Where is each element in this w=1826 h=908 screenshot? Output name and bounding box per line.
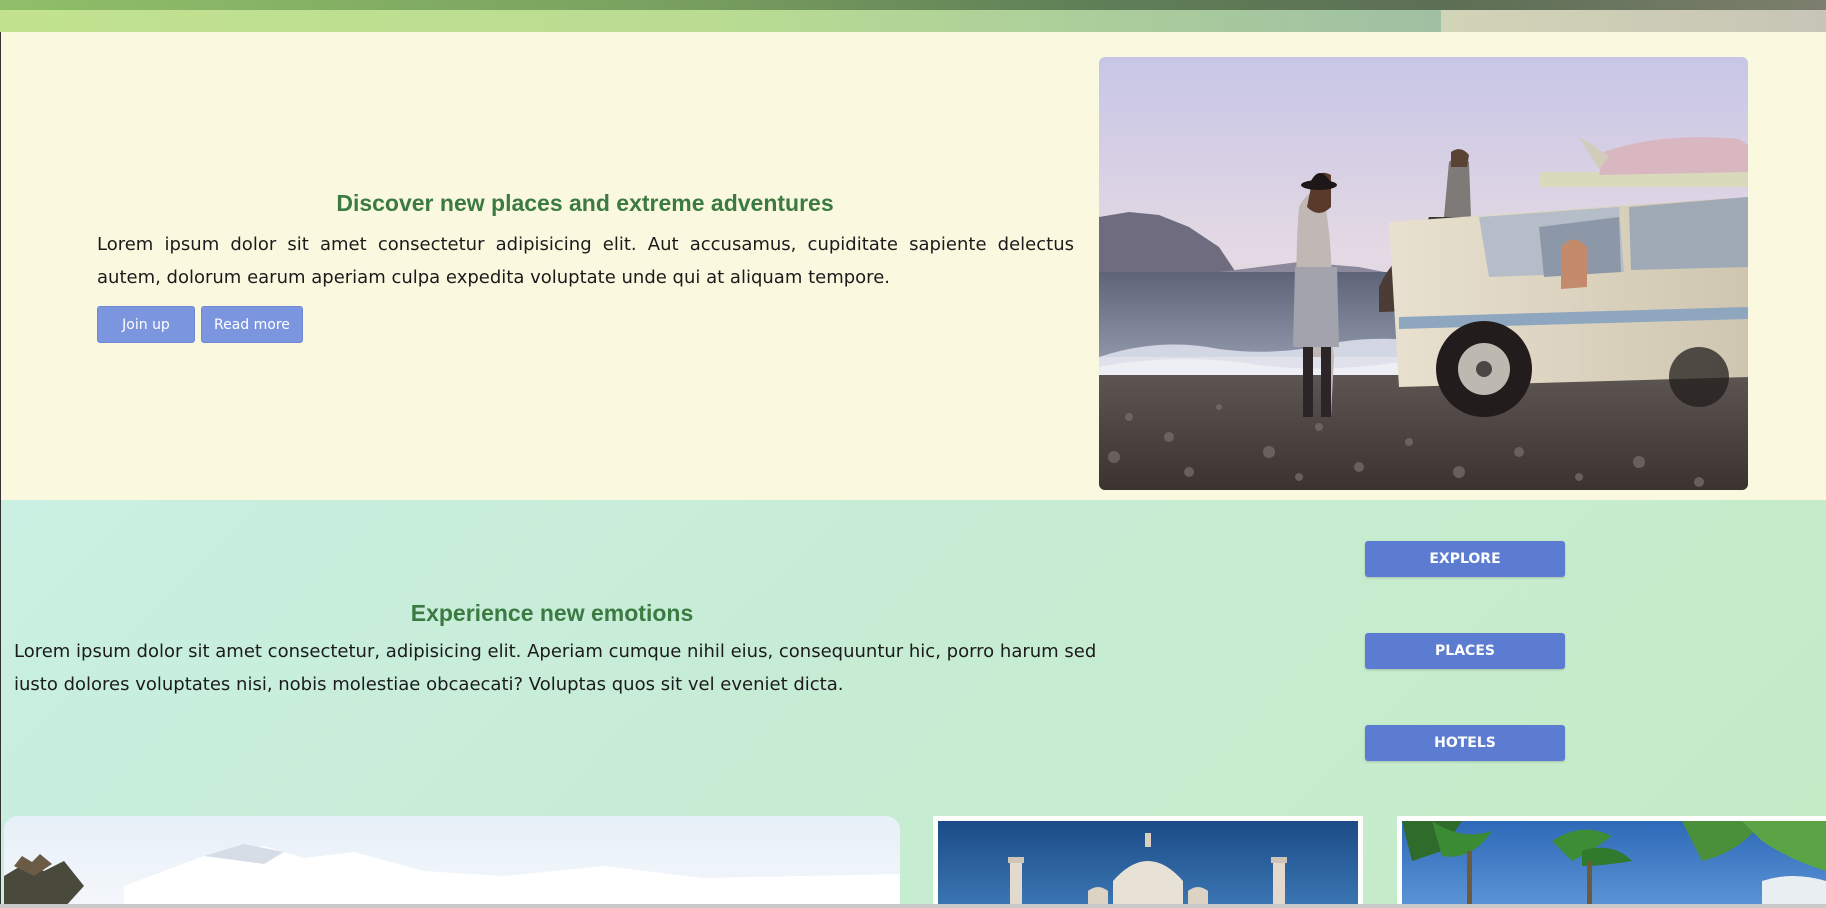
read-more-button[interactable]: Read more (201, 306, 303, 343)
taj-mahal-photo (938, 821, 1358, 908)
banner-image-edge (0, 0, 1826, 10)
palm-trees-photo-card[interactable] (1397, 816, 1826, 908)
emotions-description: Lorem ipsum dolor sit amet consectetur, … (14, 641, 1097, 695)
palm-trees-photo (1402, 821, 1826, 908)
viewport-bottom-edge (0, 904, 1826, 908)
hero-description: Lorem ipsum dolor sit amet consectetur a… (97, 234, 1074, 288)
mountain-photo (4, 816, 900, 908)
mountain-photo-card[interactable] (4, 816, 900, 908)
top-banner-strip (0, 0, 1826, 32)
join-up-button[interactable]: Join up (97, 306, 195, 343)
hotels-button[interactable]: HOTELS (1365, 725, 1565, 761)
taj-mahal-photo-card[interactable] (933, 816, 1363, 908)
banner-gradient-bar (0, 10, 1441, 32)
beach-road-trip-photo (1099, 57, 1748, 490)
emotions-heading: Experience new emotions (410, 600, 694, 626)
hero-heading: Discover new places and extreme adventur… (336, 190, 834, 216)
banner-gradient-bar-right (1441, 10, 1826, 32)
explore-button[interactable]: EXPLORE (1365, 541, 1565, 577)
hero-section: Discover new places and extreme adventur… (0, 32, 1826, 500)
places-button[interactable]: PLACES (1365, 633, 1565, 669)
hero-button-group: Join up Read more (97, 306, 303, 343)
